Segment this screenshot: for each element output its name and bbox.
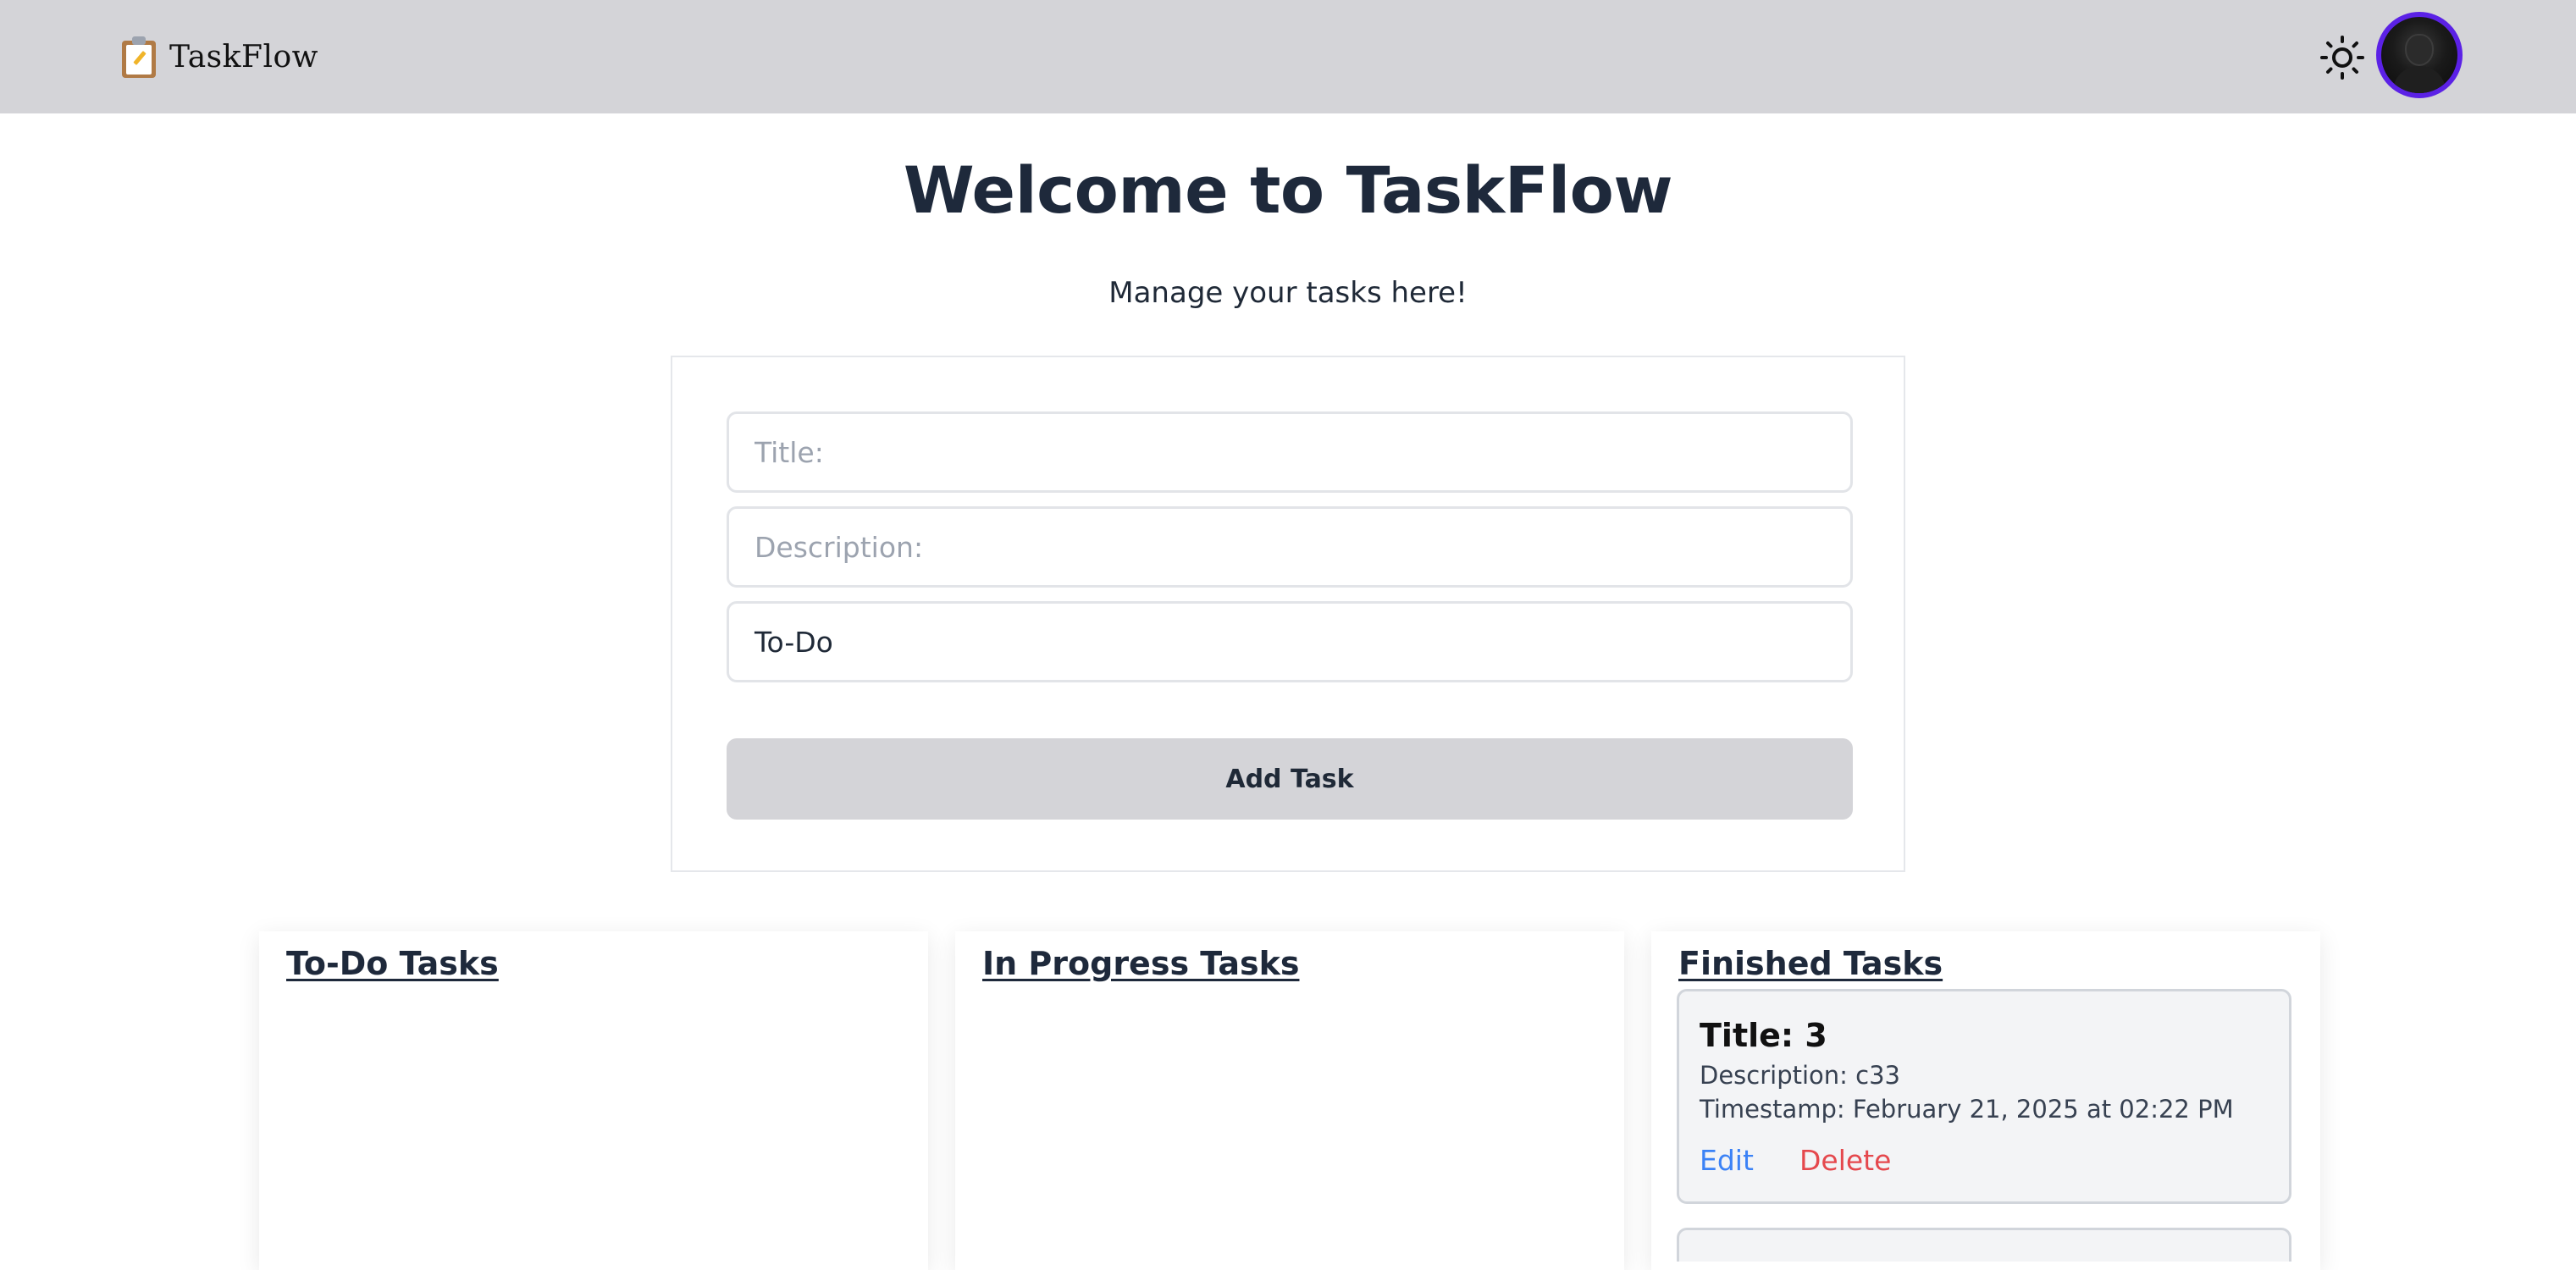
add-task-form: To-Do Add Task xyxy=(671,356,1905,872)
avatar-silhouette xyxy=(2393,66,2446,93)
user-avatar[interactable] xyxy=(2376,12,2463,98)
page-subtitle: Manage your tasks here! xyxy=(1108,276,1468,310)
task-card: Title: 3 Description: c33 Timestamp: Feb… xyxy=(1677,989,2291,1204)
edit-task-button[interactable]: Edit xyxy=(1700,1144,1754,1177)
brand-name: TaskFlow xyxy=(169,39,318,75)
status-select[interactable]: To-Do xyxy=(727,601,1853,682)
in-progress-column: In Progress Tasks xyxy=(955,931,1624,1270)
task-timestamp: Timestamp: February 21, 2025 at 02:22 PM xyxy=(1700,1095,2234,1124)
description-input[interactable] xyxy=(727,506,1853,588)
todo-column-title: To-Do Tasks xyxy=(286,945,499,982)
finished-column: Finished Tasks Title: 3 Description: c33… xyxy=(1651,931,2320,1270)
theme-toggle-button[interactable] xyxy=(2319,34,2366,81)
finished-column-title: Finished Tasks xyxy=(1678,945,1943,982)
page-title: Welcome to TaskFlow xyxy=(903,152,1673,228)
task-description: Description: c33 xyxy=(1700,1061,1900,1090)
add-task-button[interactable]: Add Task xyxy=(727,738,1853,820)
title-input[interactable] xyxy=(727,411,1853,493)
in-progress-column-title: In Progress Tasks xyxy=(982,945,1300,982)
clipboard-icon xyxy=(120,36,158,78)
task-title: Title: 3 xyxy=(1700,1017,1827,1054)
avatar-face xyxy=(2407,36,2432,64)
sun-icon xyxy=(2320,36,2364,80)
status-select-value: To-Do xyxy=(755,625,833,659)
delete-task-button[interactable]: Delete xyxy=(1799,1144,1891,1177)
todo-column: To-Do Tasks xyxy=(259,931,928,1270)
task-card-partial xyxy=(1677,1228,2291,1262)
navbar: TaskFlow xyxy=(0,0,2576,113)
brand[interactable]: TaskFlow xyxy=(120,34,318,80)
